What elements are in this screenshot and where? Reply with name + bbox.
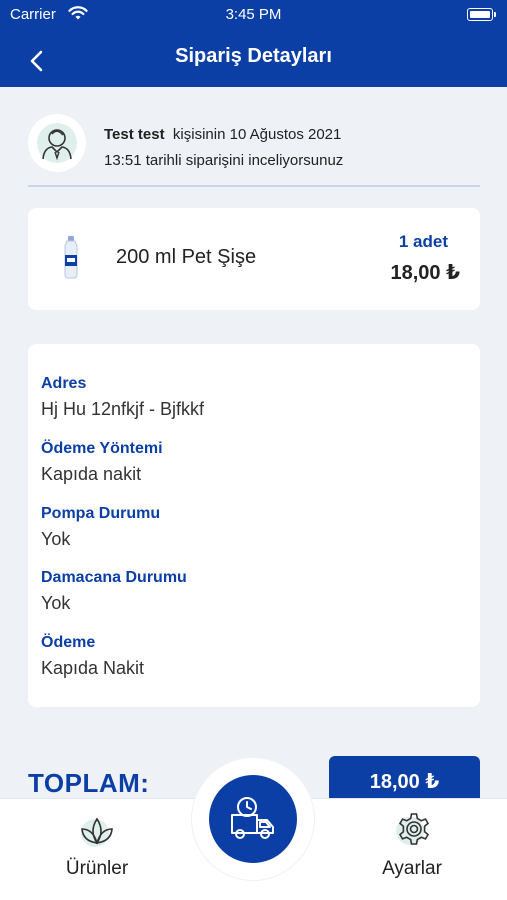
product-quantity: 1 adet — [398, 232, 448, 251]
payment-field: Ödeme Kapıda Nakit — [41, 633, 144, 681]
payment-method-label: Ödeme Yöntemi — [41, 440, 163, 457]
payment-value: Kapıda Nakit — [41, 658, 145, 678]
order-details-card: Adres Hj Hu 12nfkjf - Bjfkkf Ödeme Yönte… — [28, 344, 480, 707]
status-time: 3:45 PM — [225, 6, 282, 23]
payment-label: Ödeme — [41, 634, 96, 651]
water-bottle-icon — [64, 236, 78, 279]
address-value: Hj Hu 12nfkjf - Bjfkkf — [41, 399, 205, 419]
user-avatar-icon — [37, 123, 77, 163]
product-card: 200 ml Pet Şişe 1 adet 18,00 ₺ — [28, 208, 480, 310]
orders-button[interactable] — [209, 775, 297, 863]
payment-method-field: Ödeme Yöntemi Kapıda nakit — [41, 439, 163, 487]
battery-icon — [467, 8, 496, 21]
avatar — [28, 114, 86, 172]
carboy-status-value: Yok — [41, 593, 71, 613]
order-summary-row: Test test kişisinin 10 Ağustos 2021 13:5… — [28, 112, 480, 178]
payment-method-value: Kapıda nakit — [41, 464, 142, 484]
gear-icon — [396, 813, 430, 845]
leaves-icon — [81, 817, 113, 847]
status-bar: Carrier 3:45 PM — [0, 0, 507, 30]
header-bar: Carrier 3:45 PM Sipariş Detayları — [0, 0, 507, 87]
pump-status-label: Pompa Durumu — [41, 505, 161, 522]
tab-products[interactable]: Ürünler — [27, 799, 167, 899]
delivery-truck-clock-icon — [231, 797, 274, 839]
tab-settings[interactable]: Ayarlar — [342, 799, 482, 899]
address-field: Adres Hj Hu 12nfkjf - Bjfkkf — [41, 374, 204, 422]
total-label: TOPLAM: — [28, 768, 150, 798]
order-time-line: 13:51 tarihli siparişini inceliyorsunuz — [104, 152, 344, 169]
divider — [28, 185, 480, 187]
pump-status-field: Pompa Durumu Yok — [41, 504, 160, 552]
order-summary-text: Test test kişisinin 10 Ağustos 2021 13:5… — [104, 122, 343, 174]
order-date-line: kişisinin 10 Ağustos 2021 — [172, 126, 342, 143]
page-title: Sipariş Detayları — [175, 45, 332, 67]
address-label: Adres — [41, 375, 87, 392]
product-price: 18,00 ₺ — [390, 262, 460, 284]
pump-status-value: Yok — [41, 529, 71, 549]
tab-settings-label: Ayarlar — [382, 858, 442, 879]
tab-products-label: Ürünler — [65, 858, 129, 879]
product-name: 200 ml Pet Şişe — [116, 246, 257, 268]
carboy-status-label: Damacana Durumu — [41, 569, 187, 586]
carboy-status-field: Damacana Durumu Yok — [41, 568, 187, 616]
user-name: Test test — [104, 126, 165, 143]
